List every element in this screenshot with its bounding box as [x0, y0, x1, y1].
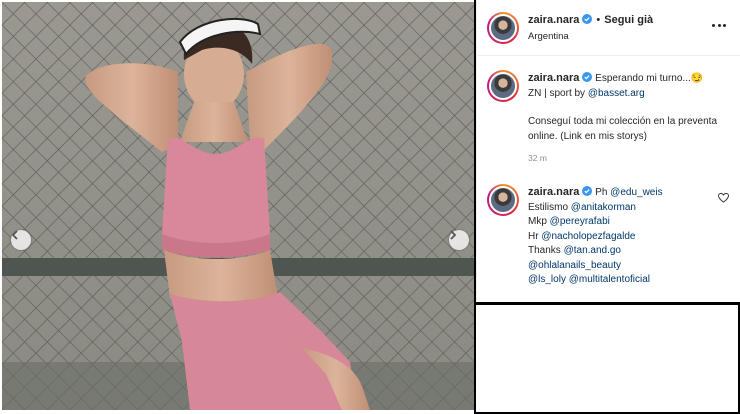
username-link[interactable]: zaira.nara [528, 14, 579, 26]
post-timestamp[interactable]: 32 m [528, 151, 728, 166]
mention-link[interactable]: @edu_weis [610, 187, 662, 198]
caption-text: zaira.nara Esperando mi turno...😏 ZN | s… [528, 71, 728, 166]
mention-link[interactable]: @anitakorman [571, 202, 636, 213]
separator-dot: • [596, 14, 601, 26]
mention-link[interactable]: @ohlalanails_beauty [528, 260, 621, 271]
smirk-emoji: 😏 [690, 73, 704, 84]
photo-illustration [2, 2, 474, 410]
mention-link[interactable]: @tan.and.go [564, 245, 621, 256]
comment-text-hr: Hr [528, 230, 542, 242]
verified-badge-icon [582, 72, 593, 82]
verified-badge-icon [582, 186, 593, 196]
caption-line-3: Conseguí toda mi colección en la prevent… [528, 116, 718, 142]
username-link[interactable]: zaira.nara [528, 72, 579, 84]
mention-link[interactable]: @ls_loly [528, 274, 566, 285]
mention-link[interactable]: @basset.arg [588, 88, 645, 99]
following-button[interactable]: Segui già [604, 14, 653, 26]
mention-link[interactable]: @multitalentoficial [569, 274, 650, 285]
comment-text-thanks: Thanks [528, 245, 564, 256]
post-header: zaira.nara • Segui già Argentina [477, 0, 740, 56]
verified-badge-icon [582, 14, 593, 24]
post-side-panel: zaira.nara • Segui già Argentina zaira.nar… [476, 0, 740, 302]
mention-link[interactable]: @pereyrafabi [550, 216, 610, 227]
comment-text-ph: Ph [595, 187, 611, 198]
mention-link[interactable]: @nacholopezfagalde [541, 231, 635, 242]
caption-line-1: Esperando mi turno... [595, 73, 691, 84]
more-options-icon[interactable] [712, 20, 726, 30]
avatar[interactable] [487, 70, 519, 102]
heart-icon[interactable] [718, 193, 729, 203]
post-photo[interactable] [2, 2, 474, 410]
username-link[interactable]: zaira.nara [528, 186, 579, 198]
comment-text-estilismo: Estilismo [528, 201, 571, 213]
avatar[interactable] [487, 12, 519, 44]
comment-text: zaira.nara Ph @edu_weis Estilismo @anita… [528, 185, 728, 288]
avatar[interactable] [487, 184, 519, 216]
carousel-prev-button[interactable] [11, 230, 31, 250]
location-link[interactable]: Argentina [528, 31, 569, 42]
post-header-title: zaira.nara • Segui già [528, 14, 653, 26]
carousel-next-button[interactable] [449, 230, 469, 250]
chevron-left-icon [11, 230, 18, 240]
empty-frame [474, 302, 740, 414]
caption-line-2: ZN | sport by [528, 87, 588, 99]
chevron-right-icon [450, 230, 457, 240]
comment-text-mkp: Mkp [528, 216, 550, 227]
